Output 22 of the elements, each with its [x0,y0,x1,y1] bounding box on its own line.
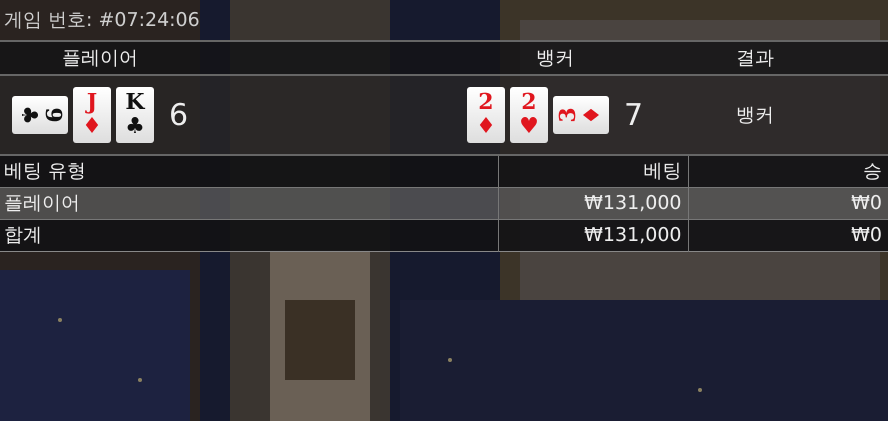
column-header: 뱅커 [536,46,574,71]
table-cell: ₩131,000 [498,187,688,219]
table-cell: 합계 [0,219,498,251]
column-header: 베팅 [498,155,688,187]
table-cell: ₩131,000 [498,219,688,251]
result-text: 뱅커 [736,102,774,128]
game-number: 게임 번호: #07:24:06 [3,8,201,33]
column-header: 플레이어 [62,46,138,71]
column-header: 승 [688,155,888,187]
playing-card: 2 ♥ [510,87,548,143]
table-cell: ₩0 [688,219,888,251]
column-header: 결과 [736,46,774,71]
playing-card: 3 ♦ [552,96,609,134]
table-cell: 플레이어 [0,187,498,219]
column-header: 베팅 유형 [0,155,498,187]
table-cell: ₩0 [688,187,888,219]
hand-score: 6 [168,96,188,134]
playing-card: K ♣ [116,87,154,143]
playing-card: 2 ♦ [466,87,505,143]
hand-score: 7 [624,96,644,134]
playing-card: 9 ♣ [12,96,68,134]
playing-card: J ♦ [72,87,111,143]
